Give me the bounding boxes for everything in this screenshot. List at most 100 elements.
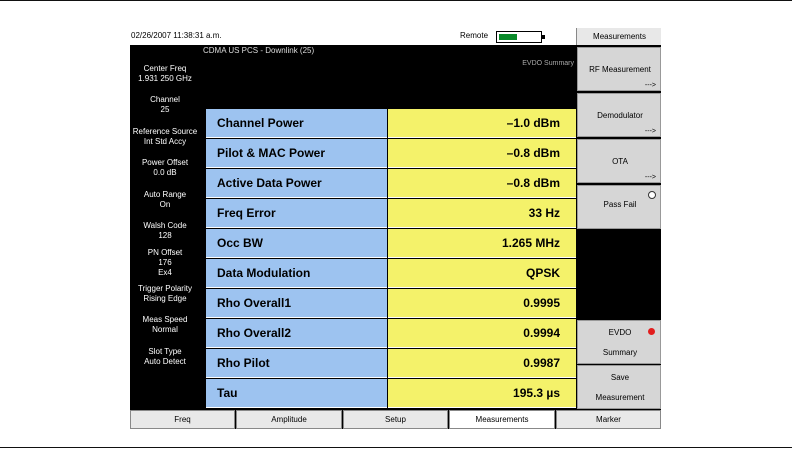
battery-level (499, 34, 517, 40)
page-top-rule (0, 0, 792, 1)
table-row: Channel Power –1.0 dBm (206, 109, 576, 138)
measurement-value: 33 Hz (528, 206, 560, 220)
demodulator-button[interactable]: Demodulator ---> (577, 93, 661, 137)
param-reference-source[interactable]: Reference Source Int Std Accy (130, 127, 200, 147)
param-trigger-polarity[interactable]: Trigger Polarity Rising Edge (130, 284, 200, 304)
param-value: 0.0 dB (153, 168, 177, 177)
table-row: Pilot & MAC Power –0.8 dBm (206, 139, 576, 168)
submenu-arrow-icon: ---> (644, 128, 656, 135)
measurement-value-cell: 0.9994 (388, 319, 576, 348)
param-value: Normal (152, 325, 178, 334)
param-label: Walsh Code (143, 221, 187, 230)
param-value: 1.931 250 GHz (138, 74, 192, 83)
param-label: Auto Range (143, 190, 187, 199)
measurement-label-cell: Rho Overall2 (206, 319, 387, 348)
status-bar: 02/26/2007 11:38:31 a.m. Remote (130, 28, 576, 45)
param-label: Center Freq (143, 64, 187, 73)
measurement-value-cell: –0.8 dBm (388, 139, 576, 168)
measurement-value: 195.3 µs (513, 386, 560, 400)
measurement-display: CDMA US PCS - Downlink (25) EVDO Summary… (201, 45, 576, 409)
softkey-label-line1: Save (610, 373, 630, 382)
param-meas-speed[interactable]: Meas Speed Normal (130, 315, 200, 335)
measurement-value-cell: 0.9987 (388, 349, 576, 378)
instrument-screen: 02/26/2007 11:38:31 a.m. Remote Measurem… (130, 28, 661, 429)
tab-setup[interactable]: Setup (343, 410, 448, 429)
signal-standard: CDMA US PCS - Downlink (25) (203, 46, 315, 55)
measurement-value-cell: –0.8 dBm (388, 169, 576, 198)
measurement-label: Rho Pilot (217, 356, 270, 370)
param-value: 176 (158, 258, 172, 267)
param-auto-range[interactable]: Auto Range On (130, 190, 200, 210)
tab-measurements[interactable]: Measurements (449, 410, 555, 429)
param-pn-offset[interactable]: PN Offset 176 Ex4 (130, 248, 200, 278)
measurement-value: 0.9994 (523, 326, 560, 340)
param-label: Slot Type (148, 347, 182, 356)
measurement-value: –0.8 dBm (506, 146, 560, 160)
evdo-summary-button[interactable]: EVDO Summary (577, 320, 661, 364)
measurement-value: –0.8 dBm (506, 176, 560, 190)
measurement-value-cell: QPSK (388, 259, 576, 288)
submenu-arrow-icon: ---> (644, 174, 656, 181)
param-label: Meas Speed (142, 315, 188, 324)
battery-terminal (542, 35, 545, 39)
param-label: Power Offset (141, 158, 189, 167)
measurement-label-cell: Rho Pilot (206, 349, 387, 378)
tab-marker[interactable]: Marker (556, 410, 661, 429)
radio-off-icon (648, 191, 656, 199)
param-walsh-code[interactable]: Walsh Code 128 (130, 221, 200, 241)
measurement-value-cell: 195.3 µs (388, 379, 576, 408)
tab-freq[interactable]: Freq (130, 410, 235, 429)
remote-label: Remote (460, 31, 489, 40)
measurement-label-cell: Occ BW (206, 229, 387, 258)
table-row: Active Data Power –0.8 dBm (206, 169, 576, 198)
param-value: 128 (158, 231, 172, 240)
softkey-label: RF Measurement (589, 65, 651, 74)
measurement-label-cell: Tau (206, 379, 387, 408)
save-measurement-button[interactable]: Save Measurement (577, 365, 661, 409)
measurement-label: Rho Overall2 (217, 326, 292, 340)
param-value: Int Std Accy (143, 137, 187, 146)
measurement-value-cell: 0.9995 (388, 289, 576, 318)
param-center-freq[interactable]: Center Freq 1.931 250 GHz (130, 64, 200, 84)
pass-fail-button[interactable]: Pass Fail (577, 185, 661, 229)
param-label: Reference Source (132, 127, 198, 136)
measurement-label-cell: Pilot & MAC Power (206, 139, 387, 168)
table-row: Rho Overall2 0.9994 (206, 319, 576, 348)
param-extra: Ex4 (158, 268, 172, 277)
param-channel[interactable]: Channel 25 (130, 95, 200, 115)
measurement-label: Rho Overall1 (217, 296, 292, 310)
rf-measurement-button[interactable]: RF Measurement ---> (577, 47, 661, 91)
table-row: Tau 195.3 µs (206, 379, 576, 408)
param-slot-type[interactable]: Slot Type Auto Detect (130, 347, 200, 367)
measurement-label-cell: Freq Error (206, 199, 387, 228)
table-row: Rho Pilot 0.9987 (206, 349, 576, 378)
measurement-value-cell: 33 Hz (388, 199, 576, 228)
softkey-label-line2: Measurement (595, 393, 645, 402)
softkey-label: Demodulator (597, 111, 643, 120)
param-value: Auto Detect (144, 357, 186, 366)
menu-header: Measurements (576, 28, 661, 45)
measurement-value: 0.9995 (523, 296, 560, 310)
param-label: PN Offset (147, 248, 183, 257)
measurement-label-cell: Rho Overall1 (206, 289, 387, 318)
measurement-label-cell: Channel Power (206, 109, 387, 138)
table-row: Rho Overall1 0.9995 (206, 289, 576, 318)
timestamp: 02/26/2007 11:38:31 a.m. (131, 31, 222, 40)
softkey-panel: RF Measurement ---> Demodulator ---> OTA… (576, 45, 661, 409)
param-value: 25 (160, 105, 170, 114)
tab-amplitude[interactable]: Amplitude (236, 410, 342, 429)
softkey-label-line2: Summary (602, 348, 638, 357)
measurement-value: –1.0 dBm (506, 116, 560, 130)
measurement-label: Pilot & MAC Power (217, 146, 326, 160)
submenu-arrow-icon: ---> (644, 82, 656, 89)
param-power-offset[interactable]: Power Offset 0.0 dB (130, 158, 200, 178)
measurement-label: Channel Power (217, 116, 304, 130)
softkey-label: OTA (612, 157, 628, 166)
measurement-value: 0.9987 (523, 356, 560, 370)
page-bottom-rule (0, 447, 792, 448)
param-value: Rising Edge (143, 294, 187, 303)
measurement-label-cell: Active Data Power (206, 169, 387, 198)
param-value: On (159, 200, 171, 209)
measurement-label: Data Modulation (217, 266, 311, 280)
ota-button[interactable]: OTA ---> (577, 139, 661, 183)
